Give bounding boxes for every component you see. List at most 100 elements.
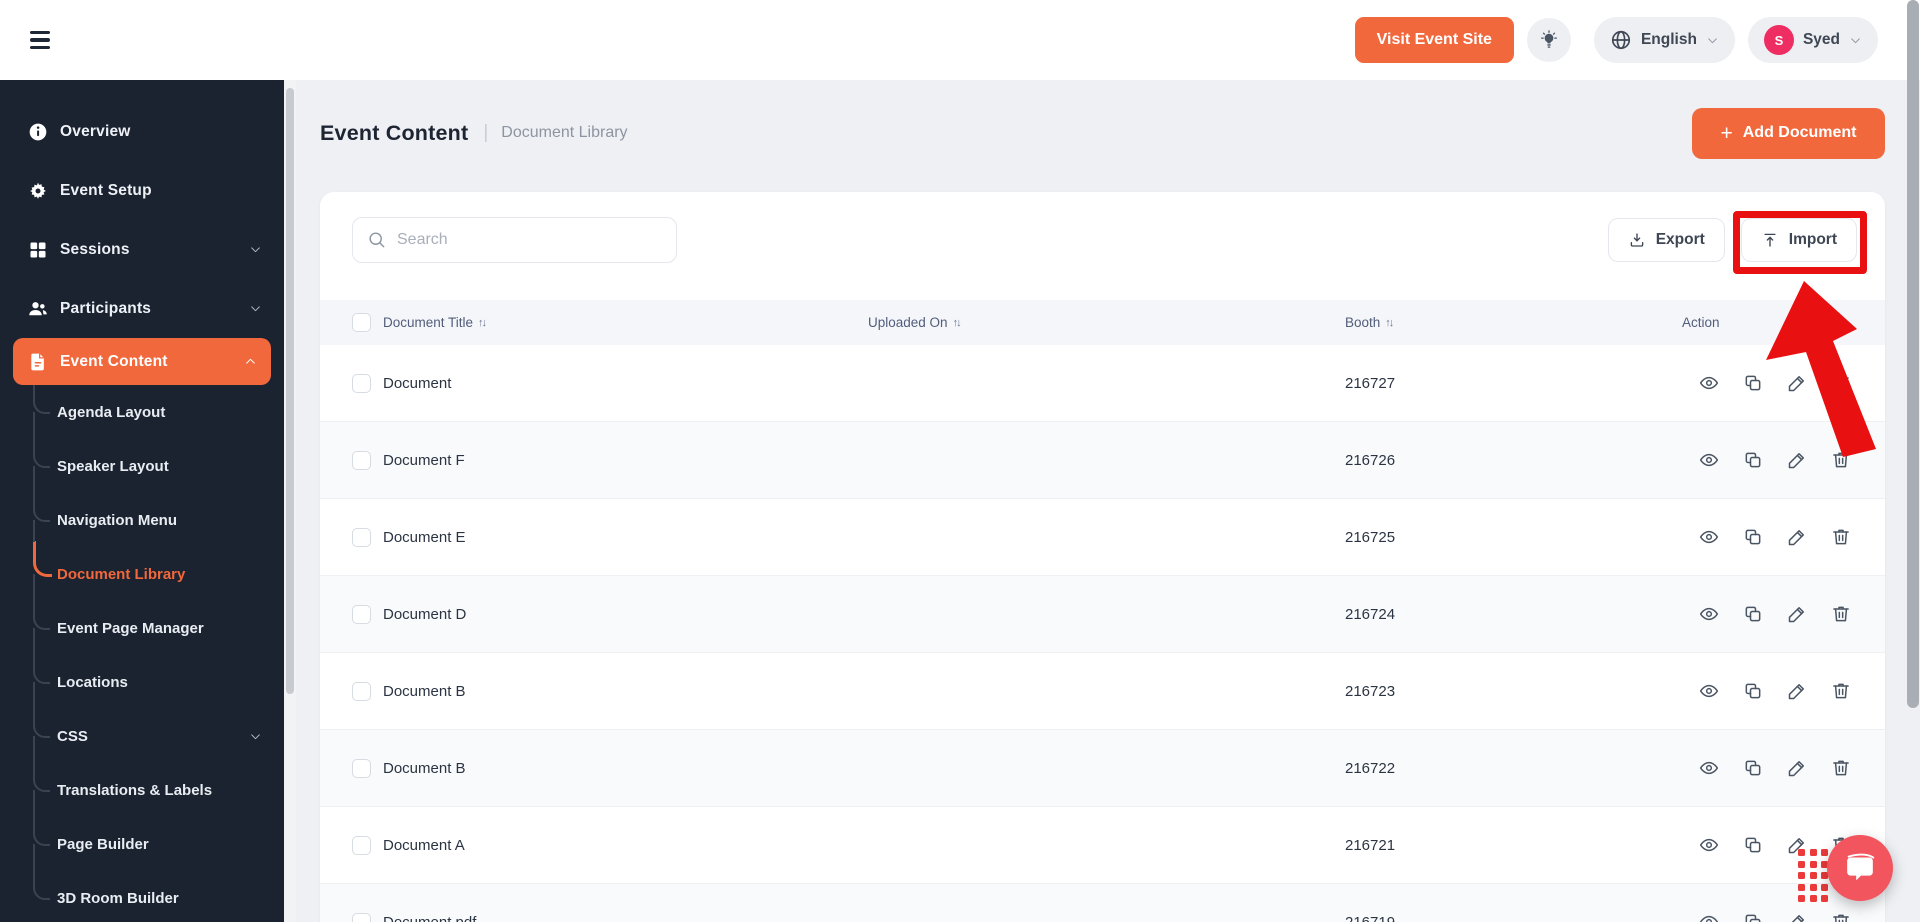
booth-cell: 216724: [1345, 605, 1396, 623]
table-body: Document 216727 Document F 216726 Document E…: [320, 345, 1885, 922]
eye-icon[interactable]: [1699, 604, 1719, 624]
duplicate-icon[interactable]: [1743, 835, 1763, 855]
top-header: Visit Event Site English S Syed: [0, 0, 1920, 80]
import-label: Import: [1788, 231, 1837, 248]
eye-icon[interactable]: [1699, 373, 1719, 393]
avatar: S: [1763, 25, 1794, 55]
duplicate-icon[interactable]: [1743, 758, 1763, 778]
eye-icon[interactable]: [1699, 681, 1719, 701]
edit-icon[interactable]: [1787, 758, 1807, 778]
document-icon: [28, 352, 48, 372]
row-checkbox[interactable]: [352, 604, 371, 624]
edit-icon[interactable]: [1787, 527, 1807, 547]
table-row: Document 216727: [320, 345, 1885, 422]
edit-icon[interactable]: [1787, 912, 1807, 922]
document-title-cell: Document: [383, 374, 452, 392]
column-header-uploaded-on[interactable]: Uploaded On ↑↓: [868, 315, 1345, 330]
chevron-down-icon: [1706, 34, 1719, 47]
hamburger-menu-icon[interactable]: [30, 31, 52, 49]
toolbar: Export Import: [320, 192, 1885, 263]
chevron-down-icon: [249, 302, 262, 315]
search-input[interactable]: [352, 217, 677, 263]
sidebar-subitem-label: Speaker Layout: [57, 457, 169, 475]
sidebar-item-event-content[interactable]: Event Content: [13, 338, 271, 385]
tips-button[interactable]: [1526, 18, 1571, 62]
breadcrumb: Document Library: [501, 124, 628, 141]
duplicate-icon[interactable]: [1743, 604, 1763, 624]
row-actions: [1682, 604, 1851, 624]
column-header-document-title[interactable]: Document Title ↑↓: [383, 315, 868, 330]
eye-icon[interactable]: [1699, 912, 1719, 922]
sort-icon[interactable]: ↑↓: [953, 317, 962, 329]
chat-launcher-button[interactable]: [1827, 835, 1893, 901]
booth-cell: 216723: [1345, 682, 1396, 700]
edit-icon[interactable]: [1787, 373, 1807, 393]
duplicate-icon[interactable]: [1743, 681, 1763, 701]
table-row: Document F 216726: [320, 422, 1885, 499]
duplicate-icon[interactable]: [1743, 373, 1763, 393]
sidebar-subitem-navigation-menu[interactable]: Navigation Menu: [0, 466, 284, 547]
row-checkbox[interactable]: [352, 527, 371, 547]
trash-icon[interactable]: [1831, 450, 1851, 470]
chevron-down-icon: [1849, 34, 1862, 47]
edit-icon[interactable]: [1787, 604, 1807, 624]
row-checkbox[interactable]: [352, 912, 371, 922]
language-selector[interactable]: English: [1593, 17, 1735, 63]
trash-icon[interactable]: [1831, 527, 1851, 547]
row-checkbox[interactable]: [352, 373, 371, 393]
edit-icon[interactable]: [1787, 450, 1807, 470]
row-checkbox[interactable]: [352, 758, 371, 778]
trash-icon[interactable]: [1831, 758, 1851, 778]
trash-icon[interactable]: [1831, 604, 1851, 624]
sidebar-subitem-label: Document Library: [57, 565, 186, 583]
app-root: Visit Event Site English S Syed Overview…: [0, 0, 1920, 922]
sidebar-item-event-setup[interactable]: Event Setup: [0, 161, 284, 220]
duplicate-icon[interactable]: [1743, 912, 1763, 922]
edit-icon[interactable]: [1787, 681, 1807, 701]
sidebar-subitem-label: CSS: [57, 727, 88, 745]
sidebar: Overview Event Setup Sessions Participants E…: [0, 80, 284, 922]
row-actions: [1682, 450, 1851, 470]
booth-cell: 216727: [1345, 374, 1396, 392]
globe-icon: [1610, 29, 1632, 51]
export-button[interactable]: Export: [1607, 218, 1725, 262]
row-actions: [1682, 912, 1851, 922]
row-checkbox[interactable]: [352, 835, 371, 855]
eye-icon[interactable]: [1699, 758, 1719, 778]
sidebar-subitem-label: Agenda Layout: [57, 403, 166, 421]
select-all-checkbox[interactable]: [352, 313, 371, 332]
visit-event-site-button[interactable]: Visit Event Site: [1354, 17, 1514, 63]
sidebar-item-label: Sessions: [60, 240, 130, 258]
sort-icon[interactable]: ↑↓: [478, 317, 487, 329]
window-scrollbar-thumb[interactable]: [1907, 0, 1919, 708]
duplicate-icon[interactable]: [1743, 450, 1763, 470]
trash-icon[interactable]: [1831, 373, 1851, 393]
sort-icon[interactable]: ↑↓: [1385, 317, 1394, 329]
sidebar-scrollbar-thumb[interactable]: [286, 88, 294, 694]
sidebar-item-label: Overview: [60, 122, 131, 140]
eye-icon[interactable]: [1699, 450, 1719, 470]
row-checkbox[interactable]: [352, 450, 371, 470]
trash-icon[interactable]: [1831, 681, 1851, 701]
trash-icon[interactable]: [1831, 912, 1851, 922]
sidebar-item-participants[interactable]: Participants: [0, 279, 284, 338]
import-button[interactable]: Import: [1740, 218, 1857, 262]
sidebar-item-sessions[interactable]: Sessions: [0, 220, 284, 279]
eye-icon[interactable]: [1699, 527, 1719, 547]
download-icon: [1628, 231, 1646, 249]
row-actions: [1682, 527, 1851, 547]
column-header-booth[interactable]: Booth ↑↓: [1345, 315, 1682, 330]
add-document-button[interactable]: + Add Document: [1692, 107, 1885, 159]
eye-icon[interactable]: [1699, 835, 1719, 855]
drag-handle-dots[interactable]: [1798, 849, 1828, 902]
sidebar-subitem-3d-room-builder[interactable]: 3D Room Builder: [0, 844, 284, 922]
document-title-cell: Document A: [383, 836, 465, 854]
add-document-label: Add Document: [1742, 124, 1857, 141]
row-checkbox[interactable]: [352, 681, 371, 701]
duplicate-icon[interactable]: [1743, 527, 1763, 547]
sidebar-item-overview[interactable]: Overview: [0, 102, 284, 161]
user-menu[interactable]: S Syed: [1747, 17, 1878, 63]
chevron-down-icon: [249, 243, 262, 256]
sidebar-subitem-label: Locations: [57, 673, 128, 691]
booth-cell: 216719: [1345, 913, 1396, 922]
